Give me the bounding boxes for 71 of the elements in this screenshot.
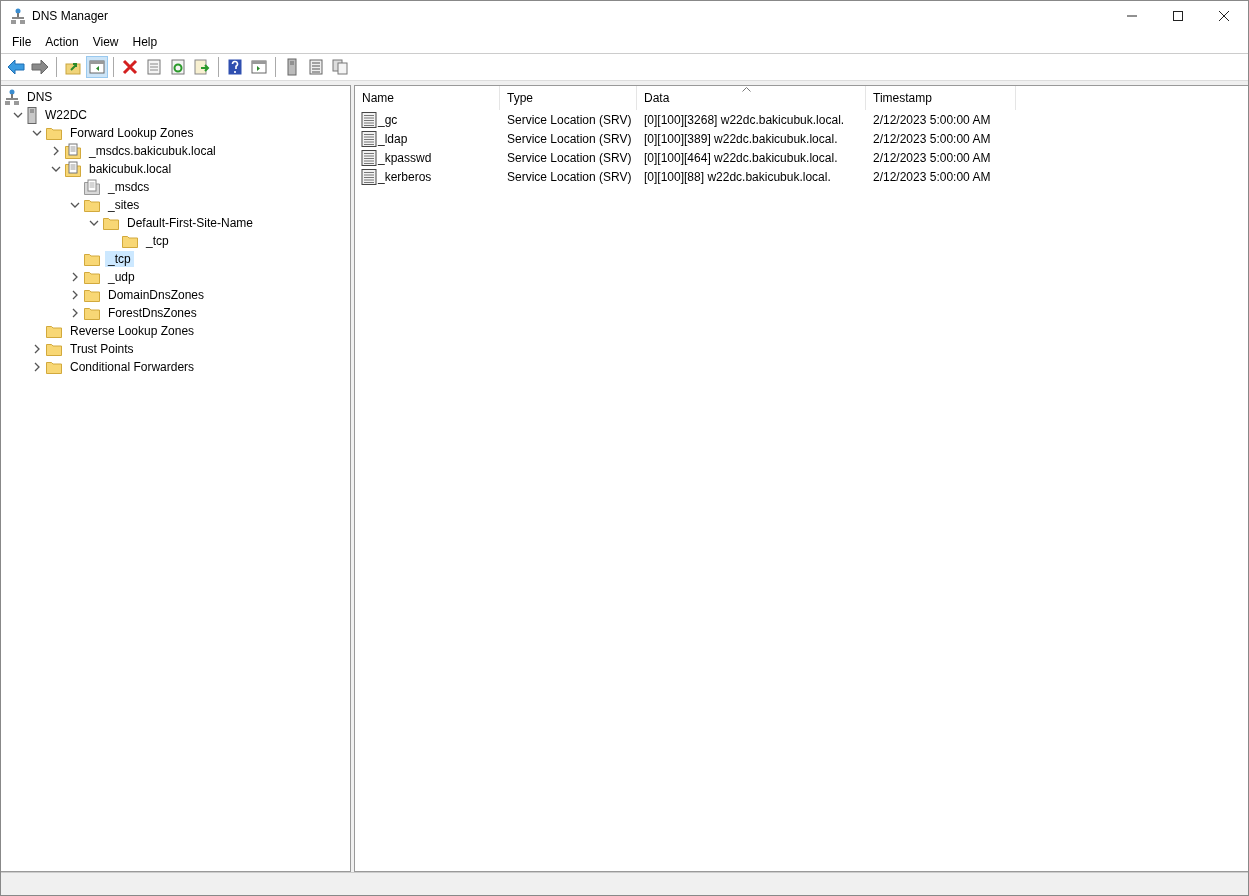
menu-item[interactable]: File <box>5 35 39 49</box>
table-cell: Service Location (SRV) <box>507 112 632 127</box>
tree-item[interactable]: bakicubuk.local <box>86 161 175 177</box>
server-icon <box>27 106 37 124</box>
folder-icon <box>84 252 100 266</box>
tree-item[interactable]: Conditional Forwarders <box>67 359 198 375</box>
tree-item[interactable]: W22DC <box>42 107 90 123</box>
tree-item[interactable]: Reverse Lookup Zones <box>67 323 198 339</box>
folder-icon <box>46 324 62 338</box>
menu-item[interactable]: Help <box>125 35 165 49</box>
record-name[interactable]: _ldap <box>378 131 408 146</box>
table-cell: Service Location (SRV) <box>507 150 632 165</box>
maximize-icon[interactable] <box>1172 10 1184 22</box>
tree-item[interactable]: _sites <box>105 197 143 213</box>
copy-icon[interactable] <box>329 56 351 78</box>
folder-icon <box>84 288 100 302</box>
record-icon <box>361 168 377 185</box>
record-name[interactable]: _kerberos <box>378 169 432 184</box>
expanded-caret-icon[interactable] <box>69 200 80 210</box>
column-header[interactable]: Type <box>500 86 637 110</box>
folder-icon <box>84 306 100 320</box>
record-icon <box>361 111 377 128</box>
tree-item[interactable]: Trust Points <box>67 341 137 357</box>
folder-icon <box>46 126 62 140</box>
tree-item[interactable]: DNS <box>24 89 56 105</box>
table-cell: [0][100][3268] w22dc.bakicubuk.local. <box>644 112 845 127</box>
table-cell: [0][100][88] w22dc.bakicubuk.local. <box>644 169 831 184</box>
record-icon <box>361 130 377 147</box>
delegation-folder-icon <box>84 179 100 195</box>
expanded-caret-icon[interactable] <box>12 110 23 120</box>
tree-item[interactable]: _tcp <box>143 233 172 249</box>
table-cell: Service Location (SRV) <box>507 169 632 184</box>
tree-item[interactable]: DomainDnsZones <box>105 287 208 303</box>
folder-icon <box>46 342 62 356</box>
folder-icon <box>103 216 119 230</box>
expanded-caret-icon[interactable] <box>88 218 99 228</box>
zone-file-icon <box>65 161 81 177</box>
column-header[interactable]: Timestamp <box>866 86 1016 110</box>
folder-icon <box>84 198 100 212</box>
tree-item[interactable]: ForestDnsZones <box>105 305 200 321</box>
folder-icon <box>46 360 62 374</box>
tree-item[interactable]: _msdcs.bakicubuk.local <box>86 143 219 159</box>
table-cell: [0][100][389] w22dc.bakicubuk.local. <box>644 131 838 146</box>
tree-pane-icon[interactable] <box>86 56 108 78</box>
record-icon <box>361 149 377 166</box>
network-icon <box>11 8 25 24</box>
tree-item[interactable]: _udp <box>105 269 138 285</box>
window-title: DNS Manager <box>32 9 109 23</box>
table-cell: 2/12/2023 5:00:00 AM <box>873 112 991 127</box>
folder-icon <box>122 234 138 248</box>
network-icon <box>5 89 19 105</box>
table-cell: Service Location (SRV) <box>507 131 632 146</box>
table-cell: [0][100][464] w22dc.bakicubuk.local. <box>644 150 838 165</box>
expanded-caret-icon[interactable] <box>31 128 42 138</box>
record-name[interactable]: _gc <box>378 112 398 127</box>
tree-item[interactable]: _msdcs <box>105 179 153 195</box>
menu-item[interactable]: Action <box>38 35 86 49</box>
expanded-caret-icon[interactable] <box>50 164 61 174</box>
column-header[interactable]: Name <box>355 86 500 110</box>
table-cell: 2/12/2023 5:00:00 AM <box>873 150 991 165</box>
zone-file-icon <box>65 143 81 159</box>
tree-item[interactable]: _tcp <box>105 251 134 267</box>
column-header[interactable]: Data <box>637 86 866 110</box>
tree-item[interactable]: Forward Lookup Zones <box>67 125 197 141</box>
record-name[interactable]: _kpasswd <box>378 150 432 165</box>
folder-icon <box>84 270 100 284</box>
table-cell: 2/12/2023 5:00:00 AM <box>873 131 991 146</box>
close-icon[interactable] <box>1218 10 1230 22</box>
table-cell: 2/12/2023 5:00:00 AM <box>873 169 991 184</box>
tree-item[interactable]: Default-First-Site-Name <box>124 215 257 231</box>
menu-item[interactable]: View <box>85 35 126 49</box>
